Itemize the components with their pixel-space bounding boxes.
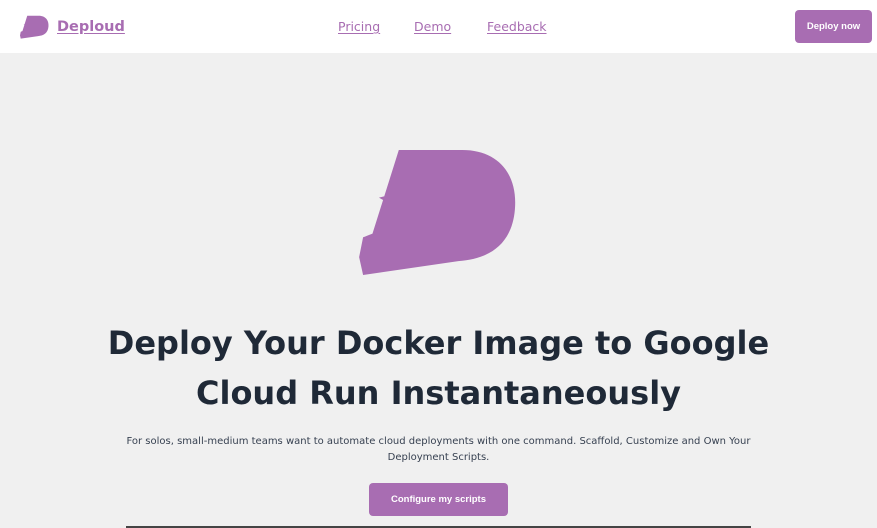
brand-link[interactable]: Deploud xyxy=(20,14,125,40)
navbar: Deploud Pricing Demo Feedback Deploy now xyxy=(0,0,877,53)
deploy-now-button[interactable]: Deploy now xyxy=(795,10,872,43)
nav-link-feedback[interactable]: Feedback xyxy=(487,19,547,34)
rocket-d-logo-icon xyxy=(20,15,49,39)
hero-subtitle: For solos, small-medium teams want to au… xyxy=(126,436,751,463)
hero-title: Deploy Your Docker Image to Google Cloud… xyxy=(107,324,770,412)
rocket-d-logo-icon xyxy=(359,149,516,275)
nav-link-demo[interactable]: Demo xyxy=(414,19,451,34)
nav-link-pricing[interactable]: Pricing xyxy=(338,19,380,34)
brand-name: Deploud xyxy=(57,19,125,35)
configure-scripts-button[interactable]: Configure my scripts xyxy=(369,483,508,516)
